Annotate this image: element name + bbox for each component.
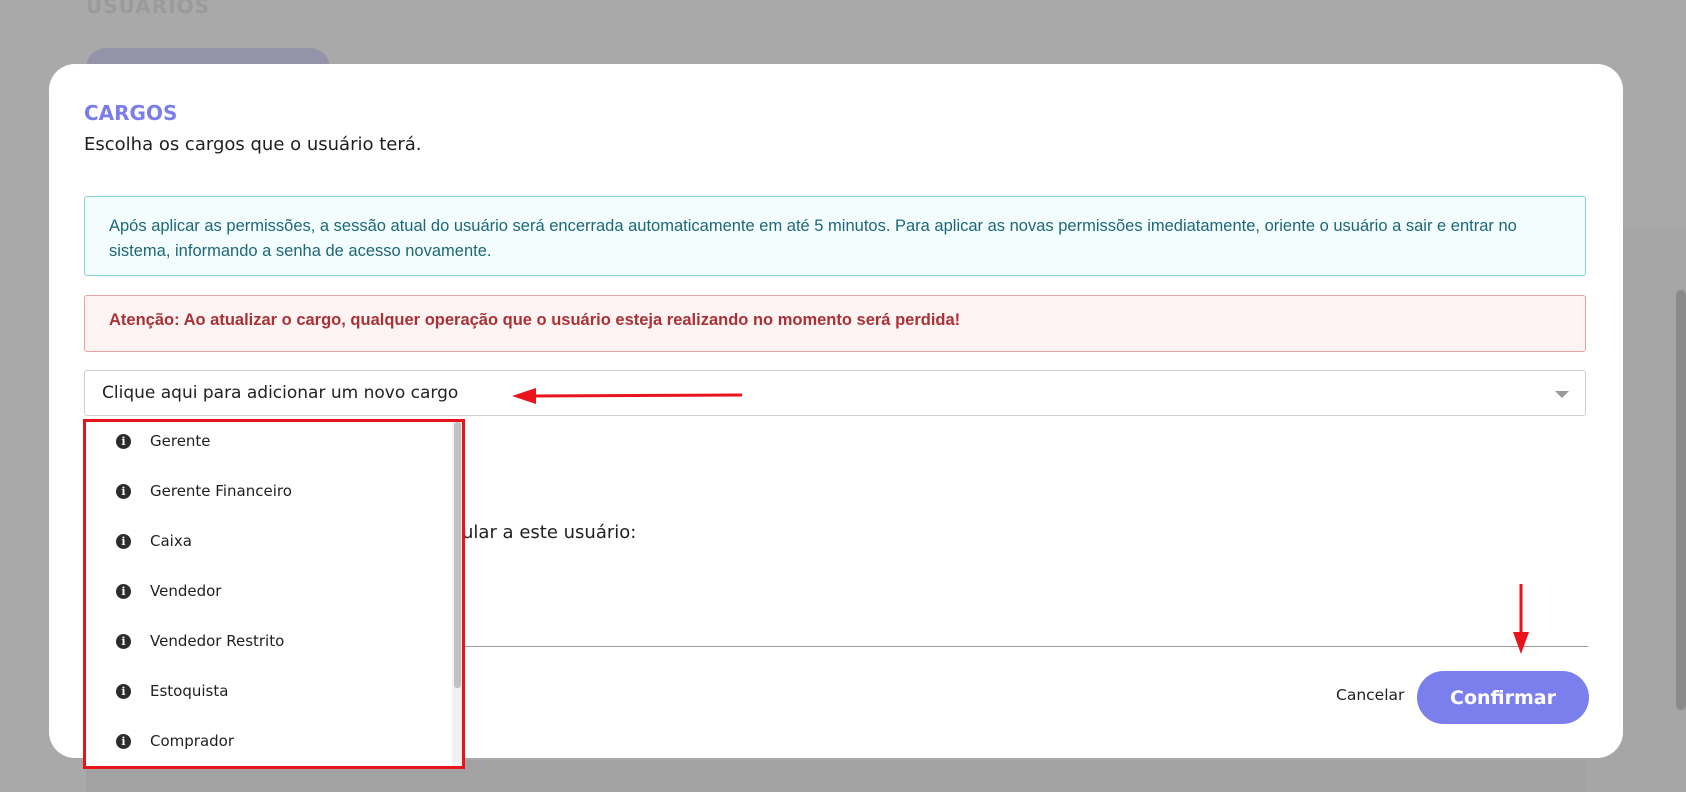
- chevron-down-icon[interactable]: [1555, 391, 1569, 398]
- role-option[interactable]: i Vendedor: [84, 570, 452, 616]
- role-option[interactable]: i Gerente Financeiro: [84, 470, 452, 516]
- info-icon[interactable]: i: [116, 534, 131, 549]
- info-icon[interactable]: i: [116, 684, 131, 699]
- role-option[interactable]: i Estoquista: [84, 670, 452, 716]
- info-icon[interactable]: i: [116, 734, 131, 749]
- cancel-button[interactable]: Cancelar: [1336, 686, 1404, 704]
- info-icon[interactable]: i: [116, 584, 131, 599]
- confirm-button[interactable]: Confirmar: [1417, 671, 1589, 724]
- modal-subtitle: Escolha os cargos que o usuário terá.: [84, 134, 422, 155]
- linked-users-label: ular a este usuário:: [462, 522, 637, 543]
- role-option-label: Caixa: [150, 532, 192, 550]
- role-option[interactable]: i Vendedor Restrito: [84, 620, 452, 666]
- role-select[interactable]: Clique aqui para adicionar um novo cargo: [84, 370, 1586, 416]
- warning-alert: Atenção: Ao atualizar o cargo, qualquer …: [84, 295, 1586, 352]
- modal-title: CARGOS: [84, 101, 178, 125]
- role-option-label: Gerente: [150, 432, 211, 450]
- info-icon[interactable]: i: [116, 634, 131, 649]
- info-icon[interactable]: i: [116, 434, 131, 449]
- info-alert: Após aplicar as permissões, a sessão atu…: [84, 196, 1586, 276]
- role-option-label: Gerente Financeiro: [150, 482, 292, 500]
- role-option[interactable]: i Caixa: [84, 520, 452, 566]
- role-dropdown-list[interactable]: i Gerente i Gerente Financeiro i Caixa i…: [84, 420, 464, 767]
- info-alert-text: Após aplicar as permissões, a sessão atu…: [109, 217, 1517, 260]
- background-page-heading: USUÁRIOS: [86, 0, 210, 18]
- role-option-label: Vendedor: [150, 582, 222, 600]
- role-select-placeholder: Clique aqui para adicionar um novo cargo: [102, 383, 459, 403]
- warning-alert-text: Atenção: Ao atualizar o cargo, qualquer …: [109, 311, 961, 329]
- role-option-label: Comprador: [150, 732, 235, 750]
- role-option-label: Vendedor Restrito: [150, 632, 285, 650]
- role-option[interactable]: i Gerente: [84, 420, 452, 466]
- info-icon[interactable]: i: [116, 484, 131, 499]
- role-option[interactable]: i Comprador: [84, 720, 452, 766]
- role-option-label: Estoquista: [150, 682, 229, 700]
- divider: [462, 646, 1588, 647]
- dropdown-scrollbar-thumb[interactable]: [454, 422, 461, 688]
- background-scrollbar: [1676, 290, 1686, 710]
